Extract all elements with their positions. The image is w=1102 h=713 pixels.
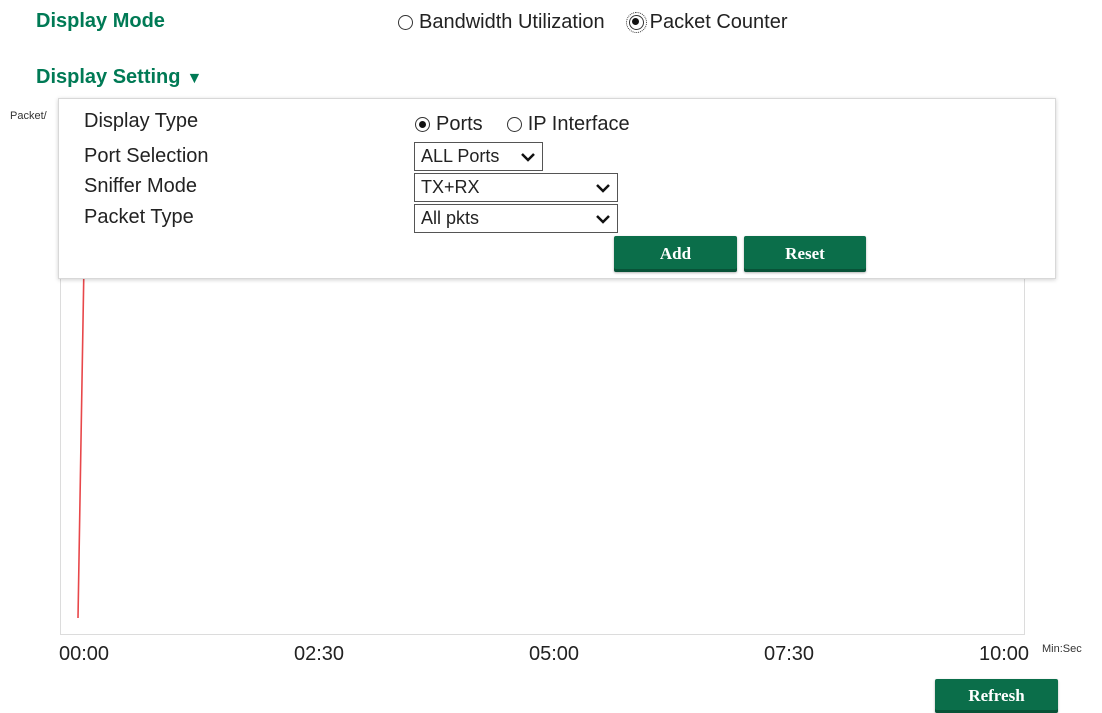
packet-type-select[interactable]: All pkts	[414, 204, 618, 233]
x-tick-label: 07:30	[764, 643, 815, 665]
reset-button[interactable]: Reset	[744, 236, 866, 272]
x-tick-label: 02:30	[294, 643, 345, 665]
add-button[interactable]: Add	[614, 236, 737, 272]
ip-interface-option[interactable]: IP Interface	[506, 113, 630, 136]
chevron-down-icon	[521, 152, 535, 162]
ports-label: Ports	[436, 113, 483, 135]
packet-type-label: Packet Type	[84, 206, 194, 228]
refresh-button[interactable]: Refresh	[935, 679, 1058, 713]
sniffer-mode-value: TX+RX	[421, 177, 480, 197]
chevron-down-icon	[596, 183, 610, 193]
ip-interface-radio[interactable]	[506, 117, 522, 132]
ports-radio[interactable]	[415, 117, 430, 132]
x-tick-label: 00:00	[59, 643, 110, 665]
display-type-radio-group: Ports IP Interface	[415, 113, 630, 136]
port-selection-select[interactable]: ALL Ports	[414, 142, 543, 171]
x-tick-label: 10:00	[979, 643, 1030, 665]
sniffer-mode-select[interactable]: TX+RX	[414, 173, 618, 202]
x-tick-label: 05:00	[529, 643, 580, 665]
display-type-label: Display Type	[84, 110, 199, 132]
port-selection-label: Port Selection	[84, 145, 209, 167]
ports-option[interactable]: Ports	[415, 113, 483, 136]
port-selection-value: ALL Ports	[421, 146, 500, 166]
packet-type-value: All pkts	[421, 208, 480, 228]
x-axis-unit: Min:Sec	[1042, 643, 1082, 655]
chevron-down-icon	[596, 214, 610, 224]
sniffer-mode-label: Sniffer Mode	[84, 175, 198, 197]
ip-interface-label: IP Interface	[527, 113, 630, 135]
